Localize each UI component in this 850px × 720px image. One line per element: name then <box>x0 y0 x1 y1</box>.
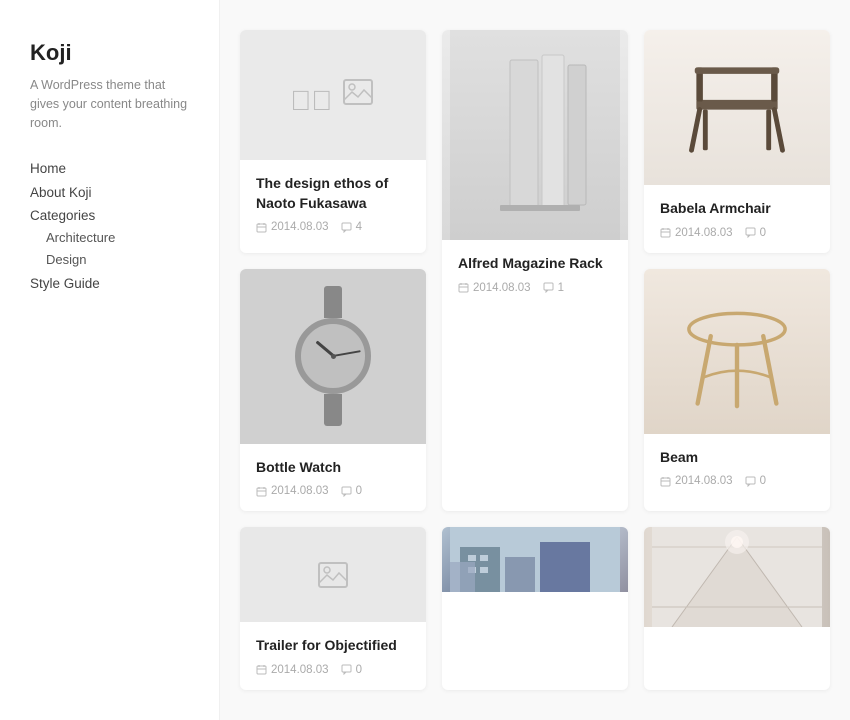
card-design-ethos[interactable]: ✎⃣ The design ethos of Naoto Fukasawa <box>240 30 426 253</box>
site-tagline: A WordPress theme that gives your conten… <box>30 76 189 132</box>
card-comments: 0 <box>341 664 362 676</box>
card-body: Babela Armchair 2014.08.03 0 <box>644 185 830 253</box>
nav-style-guide[interactable]: Style Guide <box>30 276 100 291</box>
card-meta: 2014.08.03 1 <box>458 282 612 294</box>
card-title: Babela Armchair <box>660 199 814 219</box>
card-meta: 2014.08.03 4 <box>256 221 410 233</box>
image-placeholder-icon: ✎⃣ <box>290 74 376 117</box>
nav-architecture[interactable]: Architecture <box>46 230 115 245</box>
sidebar-nav: Home About Koji Categories Architecture … <box>30 160 189 291</box>
corridor-illustration <box>644 527 830 627</box>
calendar-icon <box>660 227 671 238</box>
rack-illustration <box>442 30 628 240</box>
comment-icon <box>745 227 756 238</box>
main-content: ✎⃣ The design ethos of Naoto Fukasawa <box>220 0 850 720</box>
card-trailer-objectified[interactable]: Trailer for Objectified 2014.08.03 0 <box>240 527 426 690</box>
card-title: Trailer for Objectified <box>256 636 410 656</box>
chair-illustration <box>672 53 802 163</box>
calendar-icon <box>256 486 267 497</box>
comment-icon <box>341 222 352 233</box>
card-body: Beam 2014.08.03 0 <box>644 434 830 502</box>
card-babela-armchair[interactable]: Babela Armchair 2014.08.03 0 <box>644 30 830 253</box>
card-body: Trailer for Objectified 2014.08.03 0 <box>240 622 426 690</box>
card-grid: ✎⃣ The design ethos of Naoto Fukasawa <box>240 30 830 690</box>
calendar-icon <box>256 664 267 675</box>
calendar-icon <box>256 222 267 233</box>
card-image-corridor <box>644 527 830 627</box>
card-date: 2014.08.03 <box>256 485 329 497</box>
comment-icon <box>341 486 352 497</box>
card-title: Alfred Magazine Rack <box>458 254 612 274</box>
card-title: Beam <box>660 448 814 468</box>
card-magazine-rack[interactable]: Alfred Magazine Rack 2014.08.03 1 <box>442 30 628 511</box>
card-image-stool <box>644 269 830 434</box>
card-image-placeholder: ✎⃣ <box>240 30 426 160</box>
card-title: Bottle Watch <box>256 458 410 478</box>
card-meta: 2014.08.03 0 <box>256 664 410 676</box>
card-meta: 2014.08.03 0 <box>256 485 410 497</box>
comment-icon <box>543 282 554 293</box>
card-body: Alfred Magazine Rack 2014.08.03 1 <box>442 240 628 308</box>
card-image-rack <box>442 30 628 240</box>
page-layout: Koji A WordPress theme that gives your c… <box>0 0 850 720</box>
card-image-trailer <box>240 527 426 622</box>
calendar-icon <box>458 282 469 293</box>
card-corridor[interactable] <box>644 527 830 690</box>
site-logo[interactable]: Koji <box>30 40 189 66</box>
image-placeholder-icon <box>315 557 351 593</box>
nav-home[interactable]: Home <box>30 161 66 176</box>
card-comments: 4 <box>341 221 362 233</box>
card-date: 2014.08.03 <box>256 664 329 676</box>
building-illustration <box>442 527 628 592</box>
card-date: 2014.08.03 <box>660 475 733 487</box>
card-beam[interactable]: Beam 2014.08.03 0 <box>644 269 830 512</box>
card-image-watch <box>240 269 426 444</box>
card-date: 2014.08.03 <box>660 227 733 239</box>
card-image-building <box>442 527 628 592</box>
card-body: Bottle Watch 2014.08.03 0 <box>240 444 426 512</box>
card-meta: 2014.08.03 0 <box>660 227 814 239</box>
stool-illustration <box>667 281 807 421</box>
calendar-icon <box>660 476 671 487</box>
card-date: 2014.08.03 <box>458 282 531 294</box>
card-body: The design ethos of Naoto Fukasawa 2014.… <box>240 160 426 247</box>
card-comments: 0 <box>745 475 766 487</box>
card-date: 2014.08.03 <box>256 221 329 233</box>
card-comments: 0 <box>745 227 766 239</box>
comment-icon <box>745 476 756 487</box>
card-bottle-watch[interactable]: Bottle Watch 2014.08.03 0 <box>240 269 426 512</box>
card-title: The design ethos of Naoto Fukasawa <box>256 174 410 213</box>
card-image-chair <box>644 30 830 185</box>
sidebar: Koji A WordPress theme that gives your c… <box>0 0 220 720</box>
card-meta: 2014.08.03 0 <box>660 475 814 487</box>
nav-about[interactable]: About Koji <box>30 185 92 200</box>
card-architecture-building[interactable] <box>442 527 628 690</box>
nav-design[interactable]: Design <box>46 252 86 267</box>
card-comments: 0 <box>341 485 362 497</box>
comment-icon <box>341 664 352 675</box>
nav-categories-label: Categories <box>30 208 189 223</box>
card-comments: 1 <box>543 282 564 294</box>
